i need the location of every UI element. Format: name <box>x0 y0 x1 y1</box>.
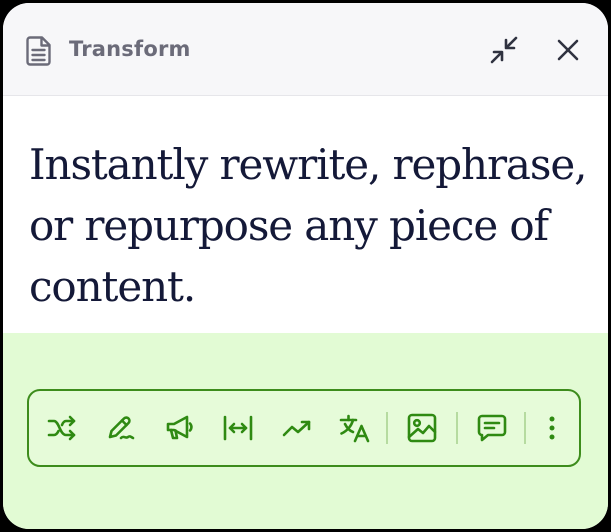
transform-window: Transform Instantly rewrite, rephrase, o… <box>3 3 608 529</box>
headline: Instantly rewrite, rephrase, or repurpos… <box>29 140 587 311</box>
image-button[interactable] <box>405 411 439 445</box>
minimize-button[interactable] <box>487 33 521 67</box>
footer-area <box>3 333 608 529</box>
document-icon <box>26 36 51 66</box>
improve-button[interactable] <box>280 411 314 445</box>
content-area: Instantly rewrite, rephrase, or repurpos… <box>3 96 608 333</box>
action-toolbar <box>27 389 581 467</box>
pen-icon <box>108 416 135 440</box>
window-title: Transform <box>69 37 191 61</box>
expand-button[interactable] <box>221 411 255 445</box>
more-vertical-icon <box>549 416 555 440</box>
megaphone-icon <box>166 415 193 440</box>
trending-up-icon <box>282 420 311 437</box>
window-header: Transform <box>3 3 608 96</box>
rewrite-button[interactable] <box>104 411 138 445</box>
announce-button[interactable] <box>163 411 197 445</box>
image-icon <box>407 413 437 443</box>
close-button[interactable] <box>551 33 585 67</box>
close-icon <box>557 39 579 61</box>
shuffle-button[interactable] <box>45 411 79 445</box>
comment-button[interactable] <box>475 411 509 445</box>
more-options-button[interactable] <box>535 411 569 445</box>
minimize-arrows-icon <box>490 36 518 64</box>
shuffle-icon <box>47 415 76 441</box>
toolbar-divider <box>524 412 526 444</box>
toolbar-divider <box>386 412 388 444</box>
expand-width-icon <box>223 415 253 441</box>
translate-icon <box>339 414 370 443</box>
comment-icon <box>477 414 507 442</box>
translate-button[interactable] <box>338 411 372 445</box>
toolbar-divider <box>456 412 458 444</box>
